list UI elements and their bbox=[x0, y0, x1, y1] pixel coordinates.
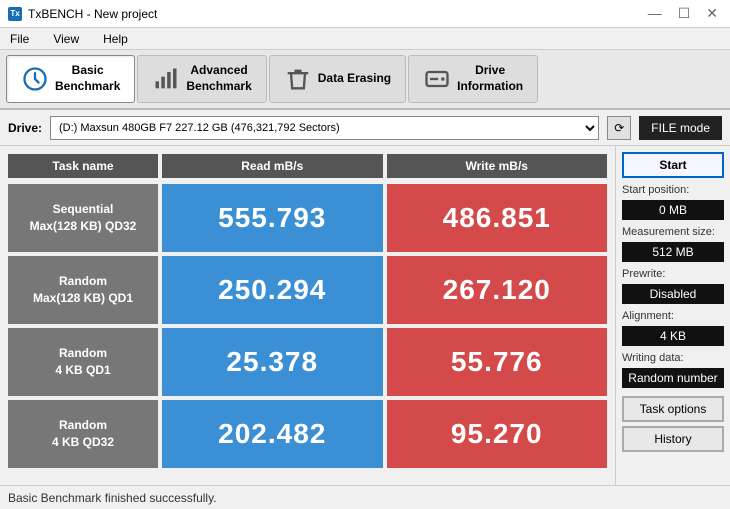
measurement-size-value: 512 MB bbox=[622, 242, 724, 262]
data-erasing-icon bbox=[284, 65, 312, 93]
drive-row: Drive: (D:) Maxsun 480GB F7 227.12 GB (4… bbox=[0, 110, 730, 146]
advanced-benchmark-icon bbox=[152, 65, 180, 93]
tab-data-erasing[interactable]: Data Erasing bbox=[269, 55, 406, 103]
row-write-random-4kb-qd32: 95.270 bbox=[387, 400, 608, 468]
main-content: Task name Read mB/s Write mB/s Sequentia… bbox=[0, 146, 730, 485]
tab-basic-benchmark[interactable]: Basic Benchmark bbox=[6, 55, 135, 103]
table-row: Random 4 KB QD32 202.482 95.270 bbox=[8, 400, 607, 468]
advanced-benchmark-label: Advanced Benchmark bbox=[186, 63, 251, 94]
start-position-value: 0 MB bbox=[622, 200, 724, 220]
right-panel: Start Start position: 0 MB Measurement s… bbox=[615, 146, 730, 485]
menu-help[interactable]: Help bbox=[97, 31, 134, 47]
toolbar: Basic Benchmark Advanced Benchmark Data … bbox=[0, 50, 730, 110]
row-name-random-128-qd1: Random Max(128 KB) QD1 bbox=[8, 256, 158, 324]
prewrite-value: Disabled bbox=[622, 284, 724, 304]
file-mode-button[interactable]: FILE mode bbox=[639, 116, 722, 140]
row-write-random-128-qd1: 267.120 bbox=[387, 256, 608, 324]
col-read: Read mB/s bbox=[162, 154, 383, 178]
writing-data-label: Writing data: bbox=[622, 352, 724, 364]
table-row: Random Max(128 KB) QD1 250.294 267.120 bbox=[8, 256, 607, 324]
start-button[interactable]: Start bbox=[622, 152, 724, 178]
app-title: TxBENCH - New project bbox=[28, 7, 157, 21]
drive-information-icon bbox=[423, 65, 451, 93]
measurement-size-label: Measurement size: bbox=[622, 226, 724, 238]
tab-drive-information[interactable]: Drive Information bbox=[408, 55, 538, 103]
basic-benchmark-label: Basic Benchmark bbox=[55, 63, 120, 94]
app-icon: Tx bbox=[8, 7, 22, 21]
drive-refresh-button[interactable]: ⟳ bbox=[607, 116, 631, 140]
maximize-button[interactable]: ☐ bbox=[674, 5, 695, 22]
row-read-sequential: 555.793 bbox=[162, 184, 383, 252]
benchmark-area: Task name Read mB/s Write mB/s Sequentia… bbox=[0, 146, 615, 485]
prewrite-label: Prewrite: bbox=[622, 268, 724, 280]
app-icon-text: Tx bbox=[10, 9, 19, 18]
writing-data-value: Random number bbox=[622, 368, 724, 388]
col-task-name: Task name bbox=[8, 154, 158, 178]
title-bar-left: Tx TxBENCH - New project bbox=[8, 7, 157, 21]
menu-view[interactable]: View bbox=[47, 31, 85, 47]
minimize-button[interactable]: — bbox=[644, 5, 666, 22]
row-name-random-4kb-qd32: Random 4 KB QD32 bbox=[8, 400, 158, 468]
drive-information-label: Drive Information bbox=[457, 63, 523, 94]
menu-file[interactable]: File bbox=[4, 31, 35, 47]
row-write-random-4kb-qd1: 55.776 bbox=[387, 328, 608, 396]
row-read-random-4kb-qd32: 202.482 bbox=[162, 400, 383, 468]
status-bar: Basic Benchmark finished successfully. bbox=[0, 485, 730, 509]
row-read-random-4kb-qd1: 25.378 bbox=[162, 328, 383, 396]
start-position-label: Start position: bbox=[622, 184, 724, 196]
status-message: Basic Benchmark finished successfully. bbox=[8, 491, 217, 505]
title-bar: Tx TxBENCH - New project — ☐ ✕ bbox=[0, 0, 730, 28]
alignment-value: 4 KB bbox=[622, 326, 724, 346]
drive-select[interactable]: (D:) Maxsun 480GB F7 227.12 GB (476,321,… bbox=[50, 116, 599, 140]
table-row: Sequential Max(128 KB) QD32 555.793 486.… bbox=[8, 184, 607, 252]
row-read-random-128-qd1: 250.294 bbox=[162, 256, 383, 324]
data-erasing-label: Data Erasing bbox=[318, 71, 391, 87]
alignment-label: Alignment: bbox=[622, 310, 724, 322]
benchmark-header: Task name Read mB/s Write mB/s bbox=[8, 154, 607, 178]
close-button[interactable]: ✕ bbox=[702, 5, 722, 22]
menu-bar: File View Help bbox=[0, 28, 730, 50]
task-options-button[interactable]: Task options bbox=[622, 396, 724, 422]
row-write-sequential: 486.851 bbox=[387, 184, 608, 252]
history-button[interactable]: History bbox=[622, 426, 724, 452]
basic-benchmark-icon bbox=[21, 65, 49, 93]
row-name-sequential: Sequential Max(128 KB) QD32 bbox=[8, 184, 158, 252]
row-name-random-4kb-qd1: Random 4 KB QD1 bbox=[8, 328, 158, 396]
table-row: Random 4 KB QD1 25.378 55.776 bbox=[8, 328, 607, 396]
drive-label: Drive: bbox=[8, 121, 42, 135]
tab-advanced-benchmark[interactable]: Advanced Benchmark bbox=[137, 55, 266, 103]
window-controls[interactable]: — ☐ ✕ bbox=[644, 5, 722, 22]
col-write: Write mB/s bbox=[387, 154, 608, 178]
